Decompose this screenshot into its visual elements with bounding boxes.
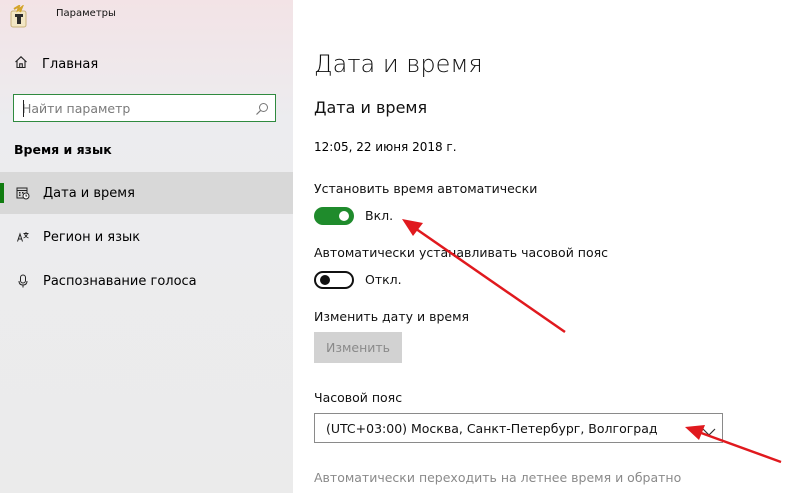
active-indicator [0,183,4,203]
search-input[interactable] [22,99,247,117]
nav-home-label: Главная [42,56,99,72]
main-content: Дата и время Дата и время 12:05, 22 июня… [293,0,791,493]
language-icon [16,229,30,245]
search-icon[interactable] [255,101,269,120]
nav-home[interactable]: Главная [14,55,98,73]
sidebar-item-label: Дата и время [43,185,135,201]
chevron-down-icon [702,422,716,441]
timezone-label: Часовой пояс [314,390,403,405]
timezone-value: (UTC+03:00) Москва, Санкт-Петербург, Вол… [326,421,658,436]
auto-timezone-label: Автоматически устанавливать часовой пояс [314,245,609,260]
page-title: Дата и время [314,50,483,78]
sidebar-item-region-language[interactable]: Регион и язык [0,216,293,258]
search-box[interactable] [13,94,276,122]
section-title: Дата и время [314,98,428,117]
current-datetime: 12:05, 22 июня 2018 г. [314,140,457,154]
app-logo-icon [8,3,30,29]
auto-time-toggle[interactable] [314,207,354,225]
auto-timezone-toggle[interactable] [314,271,354,289]
timezone-select[interactable]: (UTC+03:00) Москва, Санкт-Петербург, Вол… [314,413,723,443]
text-cursor [23,100,24,117]
toggle-knob [339,211,349,221]
calendar-clock-icon [16,185,30,201]
toggle-knob [320,275,330,285]
app-header [8,3,30,30]
microphone-icon [16,273,30,289]
sidebar-item-speech[interactable]: Распознавание голоса [0,260,293,302]
change-datetime-label: Изменить дату и время [314,309,470,324]
change-datetime-button[interactable]: Изменить [314,332,402,363]
sidebar-item-label: Регион и язык [43,229,141,245]
auto-dst-label: Автоматически переходить на летнее время… [314,470,682,485]
sidebar-item-label: Распознавание голоса [43,273,197,289]
app-title: Параметры [56,8,116,19]
auto-time-label: Установить время автоматически [314,181,538,196]
sidebar-item-date-time[interactable]: Дата и время [0,172,293,214]
sidebar: Параметры Главная Время и язык [0,0,293,493]
auto-time-state: Вкл. [365,208,394,223]
home-icon [14,55,28,73]
auto-timezone-state: Откл. [365,272,402,287]
sidebar-section-title: Время и язык [14,142,112,157]
